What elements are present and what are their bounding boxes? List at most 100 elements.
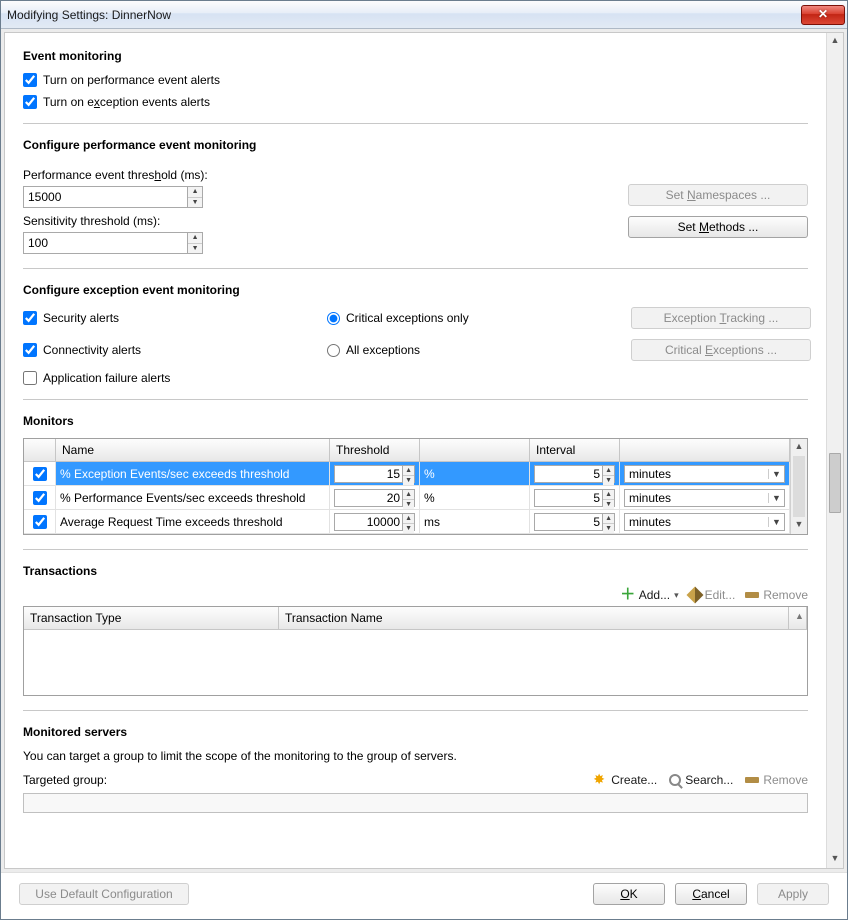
search-group-button[interactable]: Search... xyxy=(669,773,733,787)
ok-button[interactable]: OK xyxy=(593,883,665,905)
targeted-group-label: Targeted group: xyxy=(23,773,107,787)
exc-alerts-checkbox-row[interactable]: Turn on exception events alerts xyxy=(23,95,808,109)
threshold-input[interactable] xyxy=(335,514,402,530)
security-alerts-checkbox[interactable] xyxy=(23,311,37,325)
all-exceptions-radio[interactable] xyxy=(327,344,340,357)
remove-group-button: Remove xyxy=(745,773,808,787)
col-name[interactable]: Name xyxy=(56,439,330,462)
monitors-table: Name Threshold Interval % Exception Even… xyxy=(23,438,808,535)
spinner-up-icon[interactable]: ▲ xyxy=(403,466,414,476)
critical-only-row[interactable]: Critical exceptions only xyxy=(327,311,607,325)
interval-unit-select[interactable]: minutes▼ xyxy=(624,465,785,483)
monitor-enable-checkbox[interactable] xyxy=(33,515,47,529)
chevron-down-icon[interactable]: ▼ xyxy=(768,469,784,479)
perf-threshold-spinner[interactable]: ▲ ▼ xyxy=(23,186,203,208)
monitor-row[interactable]: Average Request Time exceeds threshold▲▼… xyxy=(24,510,790,534)
connectivity-alerts-checkbox[interactable] xyxy=(23,343,37,357)
scroll-up-icon[interactable]: ▲ xyxy=(827,33,843,50)
chevron-down-icon[interactable]: ▼ xyxy=(768,493,784,503)
scroll-down-icon[interactable]: ▼ xyxy=(827,851,843,868)
threshold-spinner[interactable]: ▲▼ xyxy=(334,465,415,483)
minus-icon xyxy=(745,777,759,783)
interval-spinner[interactable]: ▲▼ xyxy=(534,513,615,531)
scroll-thumb[interactable] xyxy=(829,453,841,513)
threshold-input[interactable] xyxy=(335,490,402,506)
spinner-up-icon[interactable]: ▲ xyxy=(403,490,414,500)
spinner-down-icon[interactable]: ▼ xyxy=(603,476,614,485)
interval-unit-value: minutes xyxy=(625,515,768,529)
connectivity-alerts-row[interactable]: Connectivity alerts xyxy=(23,343,303,357)
threshold-unit: ms xyxy=(420,510,530,534)
monitor-row[interactable]: % Exception Events/sec exceeds threshold… xyxy=(24,462,790,486)
cancel-button[interactable]: Cancel xyxy=(675,883,747,905)
security-alerts-row[interactable]: Security alerts xyxy=(23,311,303,325)
spinner-up-icon[interactable]: ▲ xyxy=(603,514,614,524)
critical-exceptions-button: Critical Exceptions ... xyxy=(631,339,811,361)
appfail-alerts-row[interactable]: Application failure alerts xyxy=(23,371,303,385)
spinner-down-icon[interactable]: ▼ xyxy=(403,476,414,485)
spinner-down-icon[interactable]: ▼ xyxy=(403,524,414,533)
monitor-enable-checkbox[interactable] xyxy=(33,491,47,505)
col-threshold[interactable]: Threshold xyxy=(330,439,420,462)
monitors-header-row: Name Threshold Interval xyxy=(24,439,790,462)
interval-unit-select[interactable]: minutes▼ xyxy=(624,489,785,507)
threshold-input[interactable] xyxy=(335,466,402,482)
monitor-name: % Exception Events/sec exceeds threshold xyxy=(56,462,330,486)
targeted-group-input[interactable] xyxy=(23,793,808,813)
sensitivity-input[interactable] xyxy=(24,233,187,253)
sort-indicator-icon[interactable]: ▲ xyxy=(789,607,807,629)
separator xyxy=(23,268,808,269)
threshold-spinner[interactable]: ▲▼ xyxy=(334,513,415,531)
main-scrollbar[interactable]: ▲ ▼ xyxy=(826,33,843,868)
interval-spinner[interactable]: ▲▼ xyxy=(534,465,615,483)
interval-unit-select[interactable]: minutes▼ xyxy=(624,513,785,531)
perf-threshold-label: Performance event threshold (ms): xyxy=(23,168,604,182)
close-button[interactable]: ✕ xyxy=(801,5,845,25)
perf-alerts-checkbox[interactable] xyxy=(23,73,37,87)
separator xyxy=(23,710,808,711)
interval-unit-value: minutes xyxy=(625,491,768,505)
interval-input[interactable] xyxy=(535,490,602,506)
spinner-up-icon[interactable]: ▲ xyxy=(188,233,202,244)
scroll-up-icon[interactable]: ▲ xyxy=(791,439,807,456)
interval-spinner[interactable]: ▲▼ xyxy=(534,489,615,507)
transactions-table: Transaction Type Transaction Name ▲ xyxy=(23,606,808,696)
monitors-scrollbar[interactable]: ▲ ▼ xyxy=(790,439,807,534)
critical-only-radio[interactable] xyxy=(327,312,340,325)
star-icon: ✸ xyxy=(593,773,607,787)
interval-input[interactable] xyxy=(535,466,602,482)
interval-input[interactable] xyxy=(535,514,602,530)
spinner-down-icon[interactable]: ▼ xyxy=(603,524,614,533)
col-transaction-type[interactable]: Transaction Type xyxy=(24,607,279,629)
col-transaction-name[interactable]: Transaction Name xyxy=(279,607,789,629)
appfail-alerts-checkbox[interactable] xyxy=(23,371,37,385)
scroll-thumb[interactable] xyxy=(793,456,805,517)
perf-alerts-checkbox-row[interactable]: Turn on performance event alerts xyxy=(23,73,808,87)
create-group-button[interactable]: ✸ Create... xyxy=(593,773,657,787)
add-transaction-button[interactable]: ＋ Add... ▾ xyxy=(621,588,679,602)
sensitivity-spinner[interactable]: ▲ ▼ xyxy=(23,232,203,254)
transactions-heading: Transactions xyxy=(23,564,808,578)
scroll-down-icon[interactable]: ▼ xyxy=(791,517,807,534)
spinner-down-icon[interactable]: ▼ xyxy=(603,500,614,509)
separator xyxy=(23,399,808,400)
spinner-down-icon[interactable]: ▼ xyxy=(188,244,202,254)
spinner-up-icon[interactable]: ▲ xyxy=(403,514,414,524)
set-methods-button[interactable]: Set Methods ... xyxy=(628,216,808,238)
spinner-up-icon[interactable]: ▲ xyxy=(188,187,202,198)
spinner-down-icon[interactable]: ▼ xyxy=(188,198,202,208)
monitor-enable-checkbox[interactable] xyxy=(33,467,47,481)
spinner-up-icon[interactable]: ▲ xyxy=(603,490,614,500)
exception-tracking-button: Exception Tracking ... xyxy=(631,307,811,329)
scroll-content: Event monitoring Turn on performance eve… xyxy=(5,33,826,868)
spinner-up-icon[interactable]: ▲ xyxy=(603,466,614,476)
perf-threshold-input[interactable] xyxy=(24,187,187,207)
spinner-down-icon[interactable]: ▼ xyxy=(403,500,414,509)
monitor-row[interactable]: % Performance Events/sec exceeds thresho… xyxy=(24,486,790,510)
col-interval[interactable]: Interval xyxy=(530,439,620,462)
all-exceptions-row[interactable]: All exceptions xyxy=(327,343,607,357)
chevron-down-icon[interactable]: ▼ xyxy=(768,517,784,527)
monitor-name: Average Request Time exceeds threshold xyxy=(56,510,330,534)
threshold-spinner[interactable]: ▲▼ xyxy=(334,489,415,507)
exc-alerts-checkbox[interactable] xyxy=(23,95,37,109)
